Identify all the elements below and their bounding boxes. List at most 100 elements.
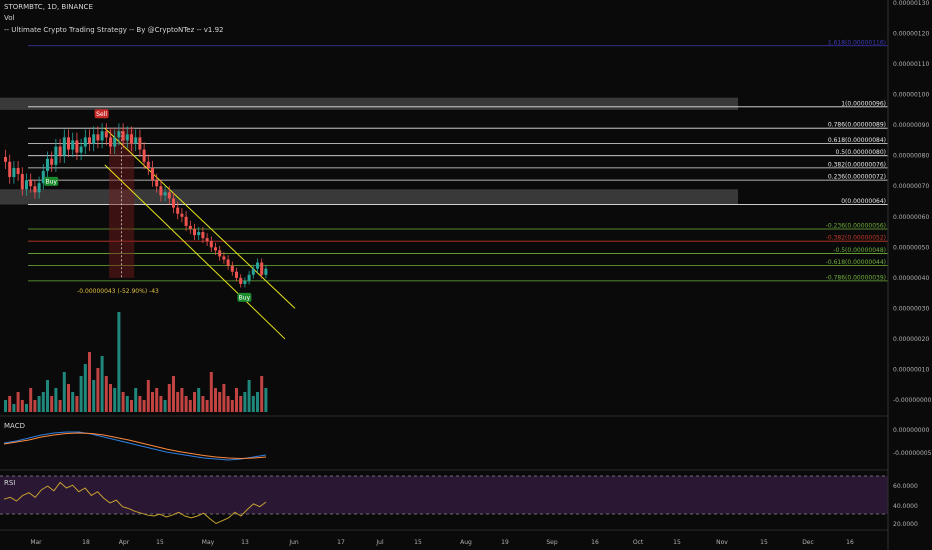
candle-body: [239, 277, 243, 284]
x-tick-label: 19: [501, 539, 509, 546]
price-tick-label: 0.00000090: [893, 122, 929, 129]
candle-body: [180, 213, 184, 217]
candle-body: [163, 192, 167, 196]
candle-body: [117, 131, 121, 138]
fib-level-label: 0.236(0.00000072): [828, 174, 886, 181]
candle-body: [100, 131, 104, 141]
candle-body: [201, 232, 205, 239]
volume-bar: [104, 376, 108, 412]
candle-body: [151, 167, 154, 181]
candle-body: [92, 134, 96, 144]
volume-bar: [8, 396, 12, 412]
volume-bar: [20, 400, 24, 412]
volume-bar: [41, 392, 45, 412]
x-tick-label: Dec: [802, 539, 814, 546]
volume-bar: [264, 388, 268, 412]
fib-level-label: -0.236(0.00000056): [826, 222, 886, 229]
candle-body: [83, 137, 87, 147]
strategy-label: -- Ultimate Crypto Trading Strategy -- B…: [4, 26, 224, 34]
candle-body: [247, 274, 251, 281]
x-tick-label: May: [202, 539, 215, 546]
volume-bar: [193, 392, 196, 412]
candle-body: [188, 225, 192, 229]
candle-body: [142, 149, 146, 162]
volume-bar: [163, 400, 167, 412]
volume-bar: [33, 400, 37, 412]
candle-body: [260, 262, 264, 275]
candle-body: [193, 228, 196, 236]
volume-bar: [184, 396, 188, 412]
volume-bar: [37, 396, 41, 412]
volume-bar: [239, 396, 243, 412]
candle-body: [205, 238, 209, 242]
fib-level-label: -0.786(0.00000039): [826, 274, 886, 281]
volume-bar: [155, 388, 159, 412]
volume-bar: [12, 404, 16, 412]
volume-bar: [251, 396, 255, 412]
candle-body: [222, 256, 226, 260]
volume-bar: [146, 380, 150, 412]
buy-badge-label: Buy: [45, 178, 57, 185]
price-tick-label: 0.00000040: [893, 275, 929, 282]
candle-body: [50, 158, 54, 165]
volume-bar: [167, 384, 171, 412]
candle-body: [37, 183, 41, 193]
candle-body: [130, 134, 133, 144]
price-tick-label: -0.00000000: [893, 397, 932, 404]
fib-level-label: 1.618(0.00000116): [828, 39, 886, 46]
candle-body: [46, 158, 49, 171]
volume-bar: [83, 364, 87, 412]
volume-bar: [125, 396, 129, 412]
volume-bar: [209, 372, 213, 412]
candle-body: [109, 137, 112, 147]
candle-body: [167, 192, 171, 199]
macd-tick-label: 0.00000000: [893, 427, 929, 434]
price-tick-label: 0.00000050: [893, 244, 929, 251]
volume-bar: [230, 400, 234, 412]
x-tick-label: Apr: [119, 539, 130, 546]
fib-level-label: 0(0.00000064): [841, 198, 886, 205]
x-tick-label: Jun: [288, 539, 299, 546]
x-tick-label: 15: [414, 539, 422, 546]
price-tick-label: 0.00000080: [893, 153, 929, 160]
volume-bar: [256, 392, 259, 412]
volume-bar: [117, 312, 121, 412]
candle-body: [184, 216, 188, 226]
signal-line: [3, 432, 267, 460]
sell-badge-label: Sell: [96, 111, 107, 118]
x-tick-label: 15: [760, 539, 768, 546]
x-tick-label: 13: [241, 539, 249, 546]
volume-bar: [130, 400, 133, 412]
x-tick-label: Aug: [460, 539, 472, 546]
volume-bar: [172, 376, 175, 412]
volume-bar: [58, 400, 62, 412]
candle-body: [75, 140, 79, 153]
fib-level-label: 0.786(0.00000089): [828, 122, 886, 129]
volume-bar: [16, 392, 20, 412]
volume-pane: [4, 312, 268, 412]
candle-body: [104, 131, 108, 138]
volume-bar: [134, 388, 138, 412]
volume-bar: [113, 388, 117, 412]
candle-body: [121, 131, 125, 141]
vol-label: Vol: [4, 14, 15, 22]
volume-bar: [226, 396, 230, 412]
candle-body: [134, 137, 138, 144]
rsi-tick-label: 60.0000: [893, 483, 918, 490]
volume-bar: [121, 392, 125, 412]
candle-body: [8, 161, 12, 178]
volume-bar: [71, 392, 75, 412]
candle-body: [226, 259, 230, 266]
macd-pane: MACD: [3, 422, 267, 461]
x-tick-label: 18: [82, 539, 90, 546]
x-tick-label: 15: [673, 539, 681, 546]
candle-body: [209, 241, 213, 248]
candle-body: [214, 247, 217, 251]
buy-badge-label: Buy: [239, 294, 251, 301]
candle-body: [54, 146, 58, 165]
candle-body: [88, 137, 91, 144]
candle-body: [235, 271, 238, 278]
volume-bar: [50, 396, 54, 412]
x-tick-label: 15: [156, 539, 164, 546]
volume-bar: [100, 356, 104, 412]
